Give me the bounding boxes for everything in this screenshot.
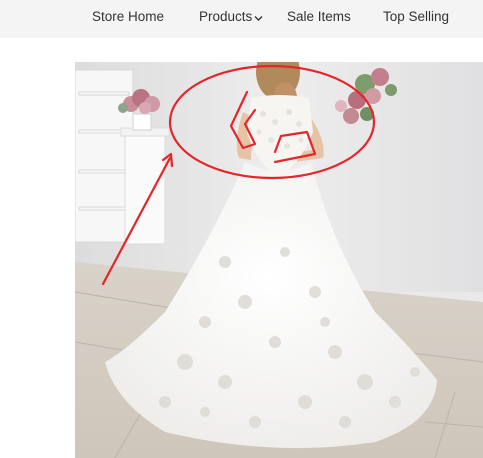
- product-image[interactable]: [75, 62, 483, 458]
- top-navigation: Store Home Products Sale Items Top Selli…: [0, 0, 483, 38]
- nav-products[interactable]: Products: [199, 9, 263, 25]
- pedestal: [120, 127, 170, 245]
- nav-top-selling[interactable]: Top Selling: [383, 9, 449, 24]
- chevron-down-icon[interactable]: [254, 10, 263, 25]
- nav-store-home[interactable]: Store Home: [92, 9, 164, 24]
- nav-products-label: Products: [199, 9, 253, 24]
- shelf-unit: [75, 69, 134, 243]
- nav-sale-items[interactable]: Sale Items: [287, 9, 351, 24]
